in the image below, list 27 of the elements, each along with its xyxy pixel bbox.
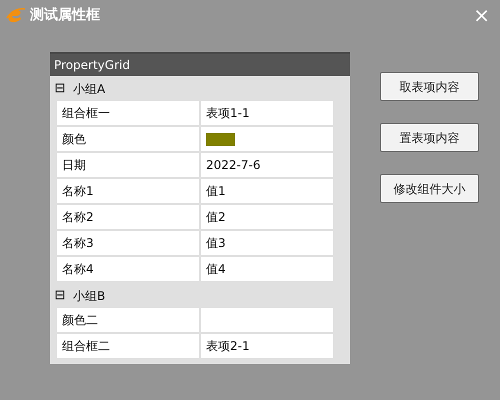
- window-title: 测试属性框: [30, 6, 100, 24]
- property-name: 颜色: [57, 127, 199, 151]
- collapse-toggle[interactable]: ⊟: [53, 289, 67, 302]
- property-value[interactable]: 值4: [201, 257, 333, 281]
- property-value[interactable]: [201, 127, 333, 151]
- property-name: 组合框一: [57, 101, 199, 125]
- property-name: 名称4: [57, 257, 199, 281]
- property-value[interactable]: 值1: [201, 179, 333, 203]
- property-value[interactable]: 值3: [201, 231, 333, 255]
- property-name: 颜色二: [57, 308, 199, 332]
- group-header: 小组A: [73, 80, 106, 98]
- property-name: 名称3: [57, 231, 199, 255]
- property-value[interactable]: 表项1-1: [201, 101, 333, 125]
- action-button[interactable]: 修改组件大小: [380, 174, 479, 203]
- collapse-toggle[interactable]: ⊟: [53, 82, 67, 95]
- grid-title: PropertyGrid: [50, 52, 350, 76]
- property-value[interactable]: 值2: [201, 205, 333, 229]
- logo-icon: [6, 6, 26, 24]
- property-name: 日期: [57, 153, 199, 177]
- property-value[interactable]: 表项2-1: [201, 334, 333, 358]
- action-button[interactable]: 置表项内容: [380, 123, 479, 152]
- property-value[interactable]: 2022-7-6: [201, 153, 333, 177]
- group-header: 小组B: [73, 288, 106, 304]
- property-name: 组合框二: [57, 334, 199, 358]
- property-name: 名称1: [57, 179, 199, 203]
- action-button[interactable]: 取表项内容: [380, 72, 479, 101]
- property-name: 名称2: [57, 205, 199, 229]
